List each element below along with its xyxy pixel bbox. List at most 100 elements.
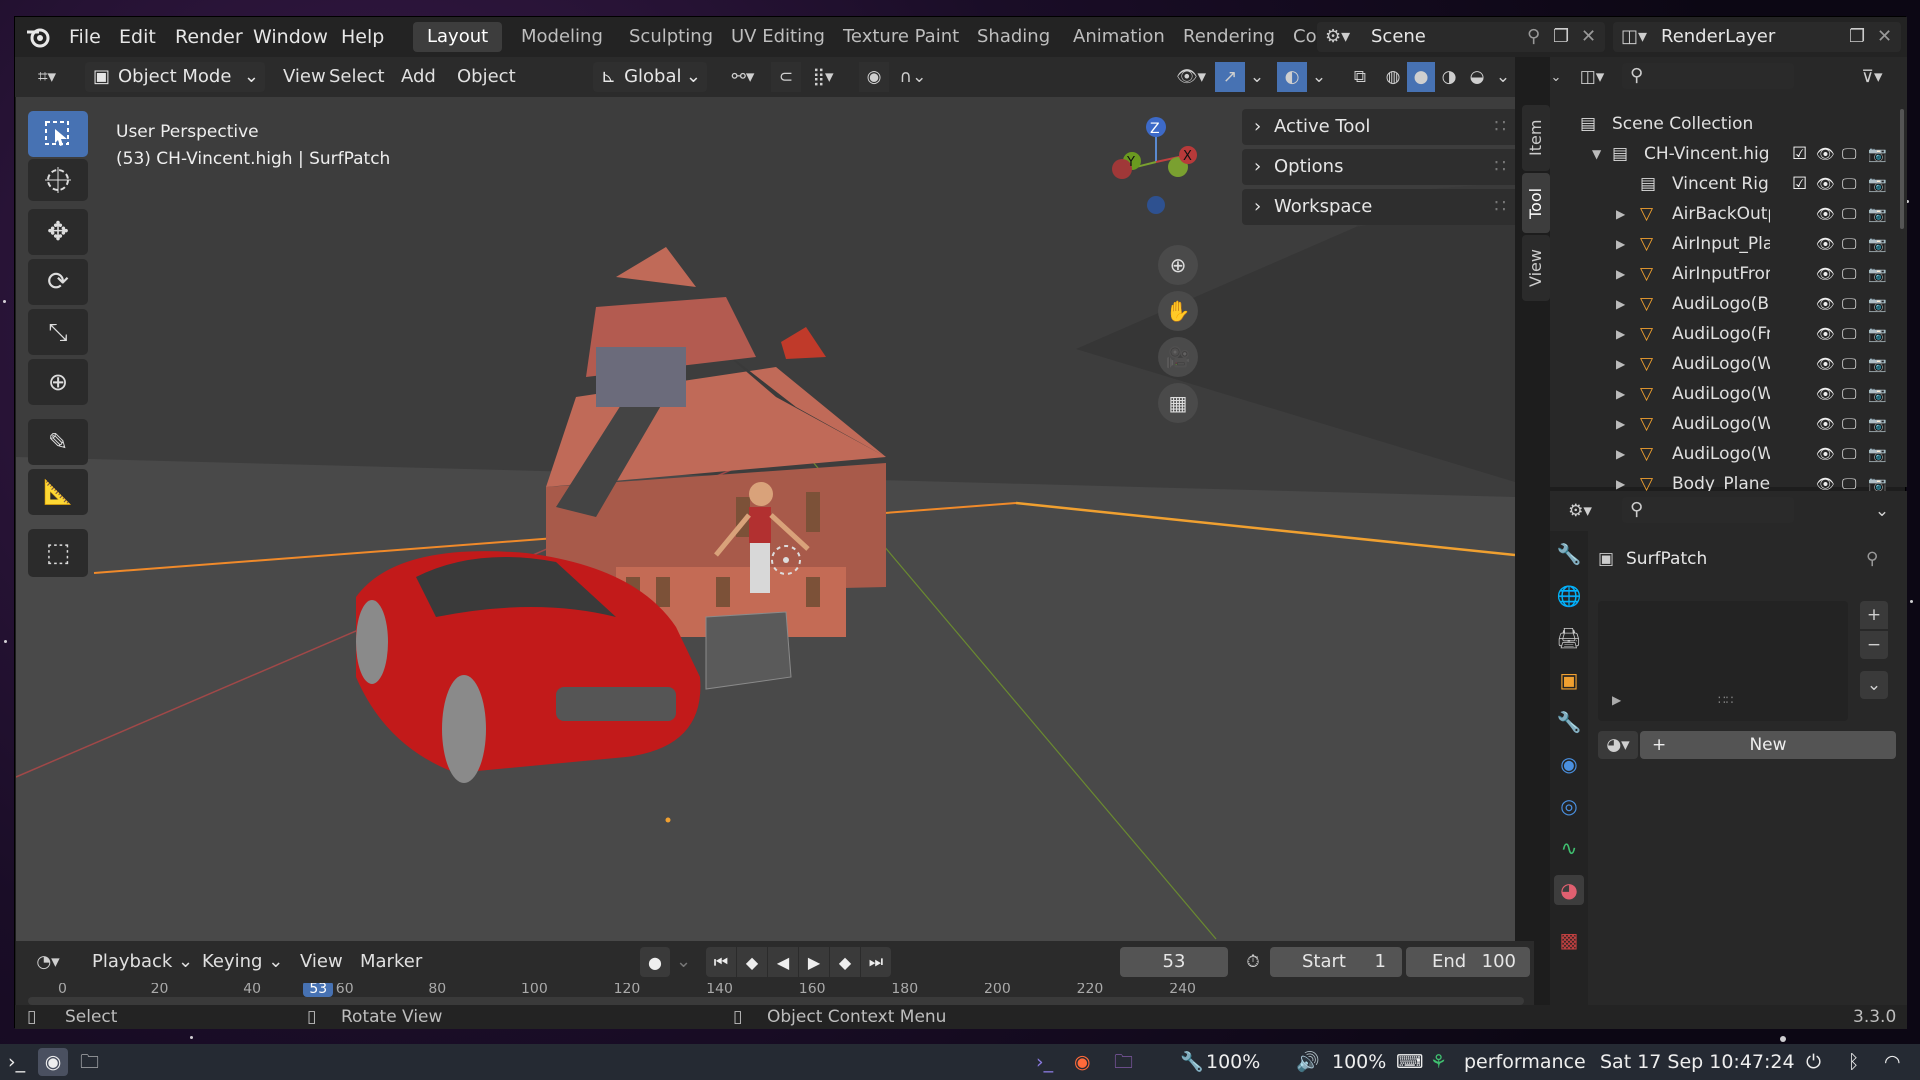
- measure-tool[interactable]: 📐: [28, 469, 88, 515]
- chevron-down-icon[interactable]: ⌄: [1870, 497, 1894, 525]
- pan-hand-icon[interactable]: ✋: [1158, 291, 1198, 331]
- render-camera-icon[interactable]: 📷: [1868, 409, 1887, 439]
- chevron-right-icon[interactable]: ▶: [1616, 409, 1625, 439]
- outliner-search[interactable]: ⚲: [1622, 63, 1794, 89]
- outliner-row[interactable]: ▼ ▤ CH-Vincent.high ☑ 👁 🖵 📷: [1550, 139, 1907, 169]
- menu-edit[interactable]: Edit: [119, 17, 156, 57]
- menu-keying[interactable]: Keying ⌄: [202, 947, 283, 977]
- visibility-eye-icon[interactable]: 👁: [1816, 319, 1835, 349]
- navigation-gizmo[interactable]: Z Y X: [1096, 107, 1216, 227]
- editor-type-icon[interactable]: ⌗▾: [27, 62, 67, 92]
- visibility-eye-icon[interactable]: 👁: [1816, 199, 1835, 229]
- physics-tab-icon[interactable]: ◎: [1554, 791, 1584, 821]
- drag-handle-icon[interactable]: ∷∷: [1718, 693, 1733, 707]
- current-frame-field[interactable]: 53: [1120, 947, 1228, 977]
- pivot-icon[interactable]: ⚯▾: [723, 62, 763, 92]
- render-camera-icon[interactable]: 📷: [1868, 349, 1887, 379]
- outliner-row[interactable]: ▶ ▽ AudiLogo(Wl 👁 🖵 📷: [1550, 349, 1907, 379]
- ortho-grid-icon[interactable]: ▦: [1158, 383, 1198, 423]
- tab-sculpting[interactable]: Sculpting: [615, 22, 727, 52]
- folder-icon[interactable]: 🗀: [80, 1044, 99, 1080]
- scene-selector[interactable]: ⚙▾ Scene ⚲ ❐ ✕: [1317, 22, 1605, 52]
- firefox-icon[interactable]: ◉: [1074, 1044, 1091, 1080]
- outliner-row[interactable]: ▶ ▽ AudiLogo(Ba 👁 🖵 📷: [1550, 289, 1907, 319]
- viewport-display-icon[interactable]: 🖵: [1842, 409, 1856, 439]
- menu-select[interactable]: Select: [329, 62, 385, 92]
- render-camera-icon[interactable]: 📷: [1868, 139, 1887, 169]
- blender-logo-icon[interactable]: [23, 22, 53, 52]
- chevron-down-icon[interactable]: ⌄: [676, 947, 691, 977]
- tab-uv-editing[interactable]: UV Editing: [717, 22, 839, 52]
- menu-add[interactable]: Add: [401, 62, 436, 92]
- timeline-scrollbar[interactable]: [28, 997, 1524, 1005]
- pin-icon[interactable]: ⚲: [1866, 549, 1878, 569]
- tab-tool[interactable]: Tool: [1522, 173, 1550, 233]
- viewport-display-icon[interactable]: 🖵: [1842, 229, 1856, 259]
- wireframe-shading-icon[interactable]: ◍: [1379, 62, 1407, 92]
- chevron-down-icon[interactable]: ⌄: [1247, 62, 1267, 92]
- material-browse-icon[interactable]: ◕▾: [1598, 731, 1638, 759]
- menu-timeline-view[interactable]: View: [300, 947, 343, 977]
- proportional-edit-icon[interactable]: ◉: [859, 62, 889, 92]
- viewport-display-icon[interactable]: 🖵: [1842, 379, 1856, 409]
- new-material-button[interactable]: + New: [1640, 731, 1896, 759]
- outliner-row[interactable]: ▤ Vincent Rig ☑ 👁 🖵 📷: [1550, 169, 1907, 199]
- material-tab-icon[interactable]: ◕: [1554, 875, 1584, 905]
- transform-tool[interactable]: ⊕: [28, 359, 88, 405]
- next-keyframe-icon[interactable]: ◆: [830, 947, 860, 977]
- chevron-down-icon[interactable]: ⌄: [1860, 671, 1888, 699]
- start-frame-field[interactable]: Start 1: [1270, 947, 1402, 977]
- power-profile-icon[interactable]: ⚘: [1430, 1044, 1447, 1080]
- snap-icon[interactable]: ⊂: [771, 62, 801, 92]
- chevron-down-icon[interactable]: ⌄: [1550, 63, 1562, 91]
- power-icon[interactable]: ⏻: [1806, 1044, 1821, 1080]
- new-scene-icon[interactable]: ❐: [1553, 22, 1569, 52]
- render-tab-icon[interactable]: 🌐: [1554, 581, 1584, 611]
- chevron-right-icon[interactable]: ▶: [1616, 259, 1625, 289]
- tab-compositing[interactable]: Co: [1279, 22, 1319, 52]
- panel-options[interactable]: › Options ∷: [1242, 149, 1515, 185]
- cursor-tool[interactable]: [28, 159, 88, 201]
- chevron-right-icon[interactable]: ▶: [1616, 439, 1625, 469]
- outliner-row[interactable]: ▶ ▽ AudiLogo(Wl 👁 🖵 📷: [1550, 409, 1907, 439]
- 3d-viewport[interactable]: User Perspective (53) CH-Vincent.high | …: [16, 97, 1515, 941]
- close-icon[interactable]: ✕: [1581, 22, 1596, 52]
- modifier-tab-icon[interactable]: 🔧: [1554, 707, 1584, 737]
- chevron-right-icon[interactable]: ▶: [1616, 199, 1625, 229]
- viewport-display-icon[interactable]: 🖵: [1842, 259, 1856, 289]
- mode-selector[interactable]: ▣ Object Mode ⌄: [85, 62, 265, 92]
- tab-texture-paint[interactable]: Texture Paint: [829, 22, 973, 52]
- chevron-down-icon[interactable]: ⌄: [1309, 62, 1329, 92]
- chevron-right-icon[interactable]: ▶: [1616, 319, 1625, 349]
- render-camera-icon[interactable]: 📷: [1868, 379, 1887, 409]
- zoom-icon[interactable]: ⊕: [1158, 245, 1198, 285]
- viewport-display-icon[interactable]: 🖵: [1842, 169, 1856, 199]
- outliner-row[interactable]: ▶ ▽ AirBackOutp 👁 🖵 📷: [1550, 199, 1907, 229]
- render-camera-icon[interactable]: 📷: [1868, 439, 1887, 469]
- menu-help[interactable]: Help: [341, 17, 384, 57]
- menu-playback[interactable]: Playback ⌄: [92, 947, 193, 977]
- rendered-shading-icon[interactable]: ◒: [1463, 62, 1491, 92]
- remove-slot-icon[interactable]: −: [1860, 631, 1888, 659]
- brightness-icon[interactable]: 🔧: [1180, 1044, 1204, 1080]
- scale-tool[interactable]: ⤡: [28, 309, 88, 355]
- chevron-right-icon[interactable]: ▶: [1616, 349, 1625, 379]
- menu-marker[interactable]: Marker: [360, 947, 422, 977]
- blender-task-icon[interactable]: ◉: [38, 1048, 68, 1076]
- shell-icon[interactable]: ›_: [1036, 1044, 1053, 1080]
- prev-keyframe-icon[interactable]: ◆: [737, 947, 767, 977]
- visibility-eye-icon[interactable]: 👁: [1816, 229, 1835, 259]
- viewport-display-icon[interactable]: 🖵: [1842, 349, 1856, 379]
- menu-object[interactable]: Object: [457, 62, 516, 92]
- drag-handle-icon[interactable]: ∷: [1495, 149, 1506, 185]
- filter-icon[interactable]: ⊽▾: [1850, 63, 1894, 91]
- outliner-scrollbar[interactable]: [1900, 109, 1904, 229]
- add-slot-icon[interactable]: +: [1860, 601, 1888, 629]
- tab-layout[interactable]: Layout: [413, 22, 503, 52]
- bluetooth-icon[interactable]: ᛒ: [1848, 1044, 1859, 1080]
- exclude-checkbox[interactable]: ☑: [1792, 169, 1807, 199]
- visibility-eye-icon[interactable]: 👁: [1816, 379, 1835, 409]
- chevron-right-icon[interactable]: ▶: [1616, 289, 1625, 319]
- menu-view[interactable]: View: [283, 62, 326, 92]
- overlay-icon[interactable]: ◐: [1277, 62, 1307, 92]
